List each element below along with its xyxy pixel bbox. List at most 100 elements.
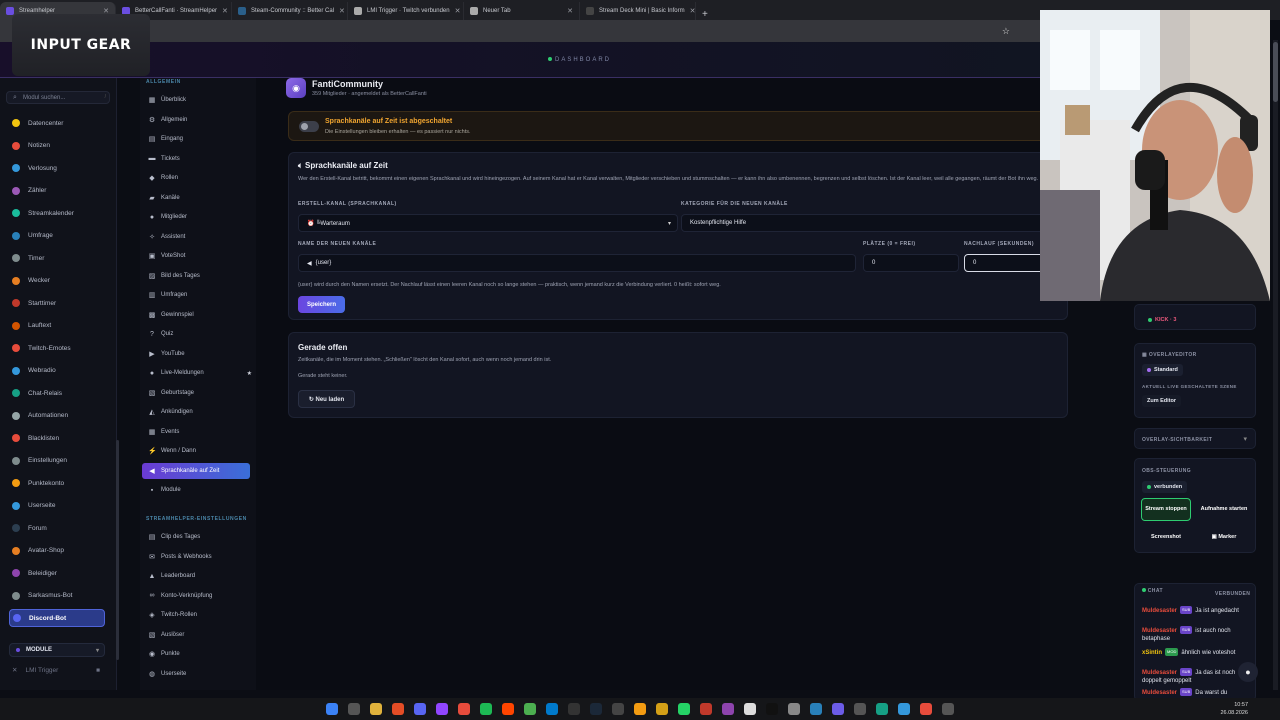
close-icon[interactable]: ✕ <box>690 7 695 15</box>
sidebar-item[interactable]: Sarkasmus-Bot <box>12 587 112 605</box>
system-clock[interactable]: 10:57 26.08.2026 <box>1220 701 1248 717</box>
channel-name-input[interactable]: ◀ {user} <box>298 254 856 272</box>
app-icon[interactable] <box>832 703 844 715</box>
sidebar-item[interactable]: Avatar-Shop <box>12 542 112 560</box>
module-nav-item[interactable]: ▩ Gewinnspiel <box>148 307 252 323</box>
vlc-icon[interactable] <box>634 703 646 715</box>
module-nav-item[interactable]: ● Live-Meldungen ★ <box>148 365 252 381</box>
module-nav-item[interactable]: ▶ YouTube <box>148 346 252 362</box>
sidebar-item[interactable]: Userseite <box>12 497 112 515</box>
settings-nav-item[interactable]: ◍ Userseite <box>148 666 252 682</box>
app-icon[interactable] <box>744 703 756 715</box>
sidebar-item[interactable]: Forum <box>12 519 112 537</box>
app-icon[interactable] <box>854 703 866 715</box>
app-icon[interactable] <box>920 703 932 715</box>
sidebar-item[interactable]: Twitch-Emotes <box>12 339 112 357</box>
marker-button[interactable]: ▣ Marker <box>1199 526 1249 549</box>
vscode-icon[interactable] <box>546 703 558 715</box>
close-icon[interactable]: ✕ <box>339 7 345 15</box>
sidebar-item[interactable]: Webradio <box>12 362 112 380</box>
module-nav-item[interactable]: ▰ Kanäle <box>148 190 252 206</box>
sidebar-item[interactable]: Timer <box>12 249 112 267</box>
module-nav-item[interactable]: ? Quiz <box>148 326 252 342</box>
settings-nav-item[interactable]: ▲ Leaderboard <box>148 568 252 584</box>
settings-nav-item[interactable]: ▧ Auslöser <box>148 627 252 643</box>
module-nav-item[interactable]: ● Mitglieder <box>148 209 252 225</box>
sidebar-item[interactable]: Umfrage <box>12 227 112 245</box>
browser-tab[interactable]: Neuer Tab ✕ <box>464 2 580 20</box>
sidebar-item[interactable]: Discord-Bot <box>9 609 105 627</box>
address-bar[interactable]: ☆ <box>0 20 1040 42</box>
module-nav-item[interactable]: ▨ Bild des Tages <box>148 268 252 284</box>
close-icon[interactable]: ✕ <box>567 7 573 15</box>
app-icon[interactable] <box>700 703 712 715</box>
sidebar-item-lmi-trigger[interactable]: ✕ LMI Trigger ■ <box>12 666 112 675</box>
module-nav-item[interactable]: ✧ Assistent <box>148 229 252 245</box>
sidebar-item[interactable]: Datencenter <box>12 114 112 132</box>
module-nav-item[interactable]: ⚡ Wenn / Dann <box>148 443 252 459</box>
explorer-icon[interactable] <box>370 703 382 715</box>
chat-username[interactable]: Muldesaster <box>1142 670 1177 676</box>
sidebar-item[interactable]: Lauftext <box>12 317 112 335</box>
chat-username[interactable]: Muldesaster <box>1142 608 1177 614</box>
sidebar-item[interactable]: Beleidiger <box>12 564 112 582</box>
browser-tab[interactable]: Stream Deck Mini | Basic Inform ✕ <box>580 2 696 20</box>
chat-username[interactable]: Muldesaster <box>1142 628 1177 634</box>
stop-stream-button[interactable]: Stream stoppen <box>1141 498 1191 521</box>
discord-icon[interactable] <box>414 703 426 715</box>
module-nav-item[interactable]: ⚙ Allgemein <box>148 112 252 128</box>
spotify-icon[interactable] <box>480 703 492 715</box>
browser-tab[interactable]: Steam-Community :: Better Cal ✕ <box>232 2 348 20</box>
browser-tab[interactable]: LMI Trigger · Twitch verbunden ✕ <box>348 2 464 20</box>
overlay-select[interactable]: Standard <box>1142 364 1183 376</box>
sidebar-scrollbar[interactable] <box>116 440 119 660</box>
settings-nav-item[interactable]: ◉ Punkte <box>148 646 252 662</box>
star-icon[interactable]: ★ <box>247 370 252 377</box>
app-icon[interactable] <box>458 703 470 715</box>
settings-nav-item[interactable]: ✉ Posts & Webhooks <box>148 549 252 565</box>
close-icon[interactable]: ✕ <box>222 7 228 15</box>
steam-icon[interactable] <box>590 703 602 715</box>
module-nav-item[interactable]: ◀ Sprachkanäle auf Zeit <box>142 462 250 479</box>
sidebar-item[interactable]: Zähler <box>12 182 112 200</box>
module-nav-item[interactable]: ▦ Events <box>148 424 252 440</box>
app-icon[interactable] <box>898 703 910 715</box>
app-icon[interactable] <box>612 703 624 715</box>
module-nav-item[interactable]: ▤ Eingang <box>148 131 252 147</box>
module-section-header[interactable]: MODULE ▾ <box>9 643 105 657</box>
module-nav-item[interactable]: ▪ Module <box>148 482 252 498</box>
sidebar-item[interactable]: Chat-Relais <box>12 384 112 402</box>
app-icon[interactable] <box>810 703 822 715</box>
search-icon[interactable] <box>348 703 360 715</box>
new-tab-button[interactable]: + <box>696 9 714 20</box>
app-icon[interactable] <box>766 703 778 715</box>
app-icon[interactable] <box>942 703 954 715</box>
module-search-input[interactable]: ⌕ Modul suchen... / <box>6 91 110 104</box>
module-nav-item[interactable]: ▧ Geburtstage <box>148 385 252 401</box>
windows-start-icon[interactable] <box>326 703 338 715</box>
close-icon[interactable]: ✕ <box>455 7 461 15</box>
sidebar-item[interactable]: Starttimer <box>12 294 112 312</box>
app-icon[interactable] <box>722 703 734 715</box>
overlay-visibility-toggle[interactable]: OVERLAY-SICHTBARKEIT ▾ <box>1134 428 1256 449</box>
settings-nav-item[interactable]: ▤ Clip des Tages <box>148 529 252 545</box>
sidebar-item[interactable]: Notizen <box>12 137 112 155</box>
page-scrollbar[interactable] <box>1273 40 1278 690</box>
module-nav-item[interactable]: ◆ Rollen <box>148 170 252 186</box>
editor-button[interactable]: Zum Editor <box>1142 395 1182 407</box>
app-icon[interactable] <box>502 703 514 715</box>
save-button[interactable]: Speichern <box>298 296 345 313</box>
module-toggle[interactable] <box>299 121 319 132</box>
module-nav-item[interactable]: ▥ Umfragen <box>148 287 252 303</box>
chat-username[interactable]: Muldesaster <box>1142 690 1177 696</box>
app-icon[interactable] <box>524 703 536 715</box>
sidebar-item[interactable]: Wecker <box>12 272 112 290</box>
app-icon[interactable] <box>656 703 668 715</box>
module-nav-item[interactable]: ▬ Tickets <box>148 151 252 167</box>
sidebar-item[interactable]: Punktekonto <box>12 474 112 492</box>
chat-bubble-icon[interactable]: ● <box>1238 662 1258 682</box>
reload-button[interactable]: ↻ Neu laden <box>298 390 355 408</box>
screenshot-button[interactable]: Screenshot <box>1141 526 1191 549</box>
sidebar-item[interactable]: Streamkalender <box>12 204 112 222</box>
module-nav-item[interactable]: ▣ VoteShot <box>148 248 252 264</box>
